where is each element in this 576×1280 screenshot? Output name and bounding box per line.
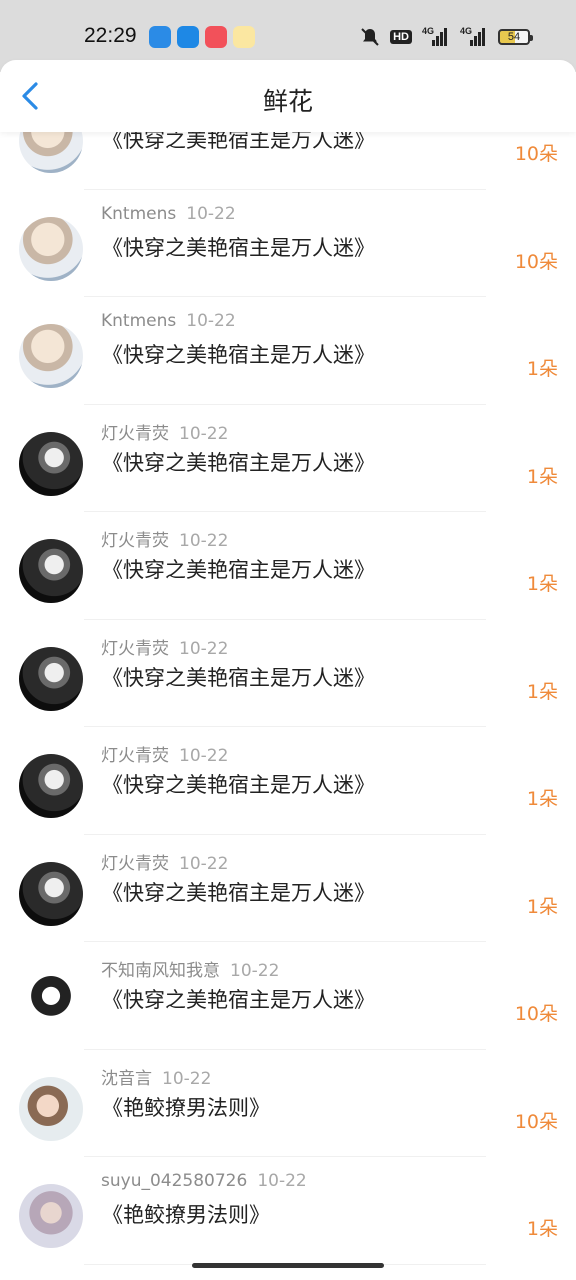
flower-amount: 10朵 — [514, 1110, 558, 1133]
list-item[interactable]: suyu_042580726 10-22 《艳鲛撩男法则》 1朵 — [0, 1157, 576, 1265]
flower-amount: 10朵 — [514, 1003, 558, 1025]
flower-amount: 1朵 — [526, 1218, 558, 1240]
flower-amount: 1朵 — [526, 788, 558, 810]
list-item[interactable]: 不知南风知我意 10-22 《快穿之美艳宿主是万人迷》 10朵 — [0, 942, 576, 1050]
status-indicators: HD 4G 4G 54 — [360, 26, 533, 48]
flower-list: 《快穿之美艳宿主是万人迷》 10朵 Kntmens 10-22 《快穿之美艳宿主是… — [0, 82, 576, 1265]
gift-date: 10-22 — [179, 531, 229, 551]
avatar[interactable] — [19, 431, 83, 496]
book-title: 《快穿之美艳宿主是万人迷》 — [102, 773, 375, 797]
user-meta: Kntmens 10-22 — [101, 204, 236, 224]
list-item[interactable]: 灯火青荧 10-22 《快穿之美艳宿主是万人迷》 1朵 — [0, 512, 576, 620]
user-meta: 灯火青荧 10-22 — [101, 849, 228, 874]
book-title: 《快穿之美艳宿主是万人迷》 — [102, 450, 375, 475]
user-meta: 沈音言 10-22 — [101, 1064, 211, 1089]
gift-date: 10-22 — [230, 961, 280, 981]
avatar[interactable] — [19, 216, 83, 281]
book-title: 《艳鲛撩男法则》 — [102, 1095, 270, 1120]
gift-date: 10-22 — [179, 423, 229, 444]
book-title: 《快穿之美艳宿主是万人迷》 — [102, 235, 375, 260]
mute-bell-icon — [361, 28, 379, 46]
music-app-icon — [205, 26, 227, 48]
user-name: 不知南风知我意 — [101, 961, 220, 981]
gift-date: 10-22 — [186, 311, 236, 331]
gift-date: 10-22 — [179, 638, 229, 659]
avatar[interactable] — [19, 969, 83, 1033]
flower-amount: 1朵 — [526, 465, 558, 488]
weibo-app-icon — [233, 26, 255, 48]
list-item[interactable]: 灯火青荧 10-22 《快穿之美艳宿主是万人迷》 1朵 — [0, 727, 576, 835]
user-meta: Kntmens 10-22 — [101, 311, 236, 331]
gift-date: 10-22 — [179, 746, 229, 766]
flower-amount: 10朵 — [514, 143, 558, 165]
status-time: 22:29 — [84, 24, 137, 47]
list-item[interactable]: 灯火青荧 10-22 《快穿之美艳宿主是万人迷》 1朵 — [0, 405, 576, 512]
home-indicator[interactable] — [192, 1263, 384, 1268]
user-name: 灯火青荧 — [101, 746, 169, 766]
gift-date: 10-22 — [162, 1068, 212, 1089]
user-meta: 灯火青荧 10-22 — [101, 634, 228, 659]
user-name: 灯火青荧 — [101, 853, 169, 874]
list-item[interactable]: 沈音言 10-22 《艳鲛撩男法则》 10朵 — [0, 1050, 576, 1157]
user-name: Kntmens — [101, 311, 177, 331]
browser-app-icon — [149, 26, 171, 48]
avatar[interactable] — [19, 754, 83, 818]
gift-date: 10-22 — [257, 1171, 307, 1191]
flower-amount: 1朵 — [526, 573, 558, 595]
user-meta: 灯火青荧 10-22 — [101, 741, 228, 766]
user-meta: 灯火青荧 10-22 — [101, 526, 228, 551]
list-item[interactable]: Kntmens 10-22 《快穿之美艳宿主是万人迷》 1朵 — [0, 297, 576, 405]
battery-icon: 54 — [498, 29, 533, 45]
flower-amount: 1朵 — [526, 680, 558, 703]
list-item[interactable]: 灯火青荧 10-22 《快穿之美艳宿主是万人迷》 1朵 — [0, 620, 576, 727]
gift-date: 10-22 — [179, 853, 229, 874]
signal-icon-2: 4G — [460, 26, 488, 46]
book-title: 《快穿之美艳宿主是万人迷》 — [102, 558, 375, 582]
nav-bar: 鲜花 — [0, 60, 576, 132]
avatar[interactable] — [19, 539, 83, 603]
hd-badge: HD — [390, 30, 412, 44]
flower-amount: 1朵 — [526, 895, 558, 918]
avatar[interactable] — [19, 861, 83, 926]
page-title: 鲜花 — [262, 87, 313, 116]
user-name: 灯火青荧 — [101, 531, 169, 551]
book-title: 《快穿之美艳宿主是万人迷》 — [102, 880, 375, 905]
avatar[interactable] — [19, 646, 83, 711]
user-name: 灯火青荧 — [101, 638, 169, 659]
book-title: 《艳鲛撩男法则》 — [102, 1203, 270, 1227]
circle-app-icon — [177, 26, 199, 48]
avatar[interactable] — [19, 324, 83, 388]
book-title: 《快穿之美艳宿主是万人迷》 — [102, 343, 375, 367]
user-name: 灯火青荧 — [101, 423, 169, 444]
list-item[interactable]: 灯火青荧 10-22 《快穿之美艳宿主是万人迷》 1朵 — [0, 835, 576, 942]
avatar[interactable] — [19, 1184, 83, 1248]
user-meta: 灯火青荧 10-22 — [101, 419, 228, 444]
user-meta: 不知南风知我意 10-22 — [101, 956, 279, 981]
user-name: Kntmens — [101, 203, 177, 224]
list-item[interactable]: Kntmens 10-22 《快穿之美艳宿主是万人迷》 10朵 — [0, 190, 576, 297]
book-title: 《快穿之美艳宿主是万人迷》 — [102, 665, 375, 690]
flower-amount: 1朵 — [526, 358, 558, 380]
avatar[interactable] — [19, 1076, 83, 1141]
user-name: suyu_042580726 — [101, 1171, 248, 1191]
gift-date: 10-22 — [186, 203, 236, 224]
book-title: 《快穿之美艳宿主是万人迷》 — [102, 988, 375, 1012]
flower-amount: 10朵 — [514, 250, 558, 273]
user-meta: suyu_042580726 10-22 — [101, 1171, 307, 1191]
user-name: 沈音言 — [101, 1068, 152, 1089]
signal-icon-1: 4G — [422, 26, 450, 46]
